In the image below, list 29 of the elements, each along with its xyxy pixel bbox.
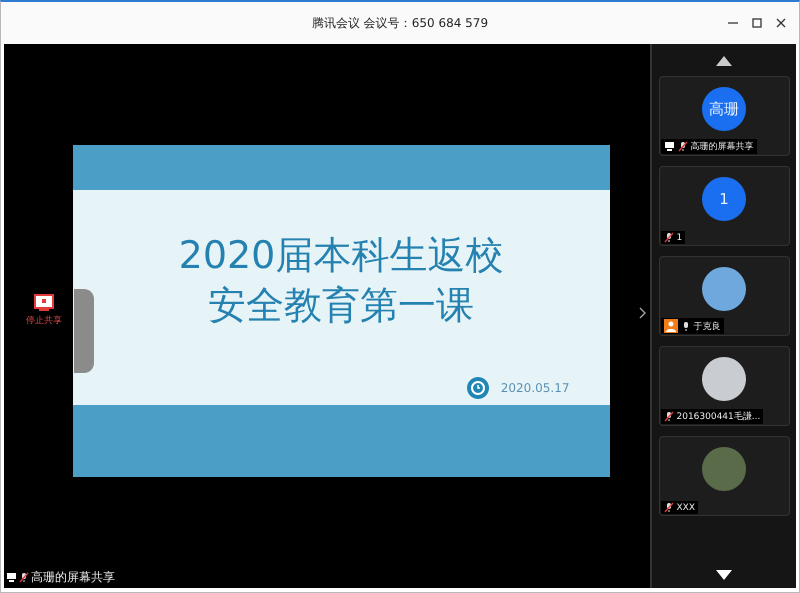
avatar-circle: 高珊 bbox=[702, 87, 746, 131]
slide-date: 2020.05.17 bbox=[500, 381, 570, 395]
stop-share-button[interactable]: 停止共享 bbox=[26, 294, 62, 327]
close-icon[interactable] bbox=[775, 17, 787, 29]
participant-tile[interactable]: 高珊 高珊的屏幕共享 bbox=[658, 76, 790, 156]
participant-name: 高珊的屏幕共享 bbox=[690, 140, 754, 153]
participant-name: 2016300441毛謙... bbox=[676, 410, 760, 423]
scroll-down-icon[interactable] bbox=[716, 570, 732, 580]
maximize-icon[interactable] bbox=[751, 17, 763, 29]
side-handle[interactable] bbox=[74, 289, 94, 373]
participant-tile[interactable]: XXX bbox=[658, 436, 790, 516]
participant-name: 于克良 bbox=[694, 320, 720, 332]
participant-tile[interactable]: 于克良 bbox=[658, 256, 790, 336]
photo-placeholder bbox=[702, 357, 746, 401]
caption-text: 高珊的屏幕共享 bbox=[31, 569, 115, 586]
participant-name: 1 bbox=[676, 232, 682, 242]
clock-icon bbox=[466, 377, 489, 399]
scroll-up-icon[interactable] bbox=[716, 56, 732, 66]
window-title: 腾讯会议 会议号：650 684 579 bbox=[312, 14, 488, 32]
participant-tile[interactable]: 1 1 bbox=[658, 166, 790, 246]
participant-name: XXX bbox=[676, 502, 695, 512]
chevron-right-icon[interactable] bbox=[638, 307, 646, 319]
slide-title: 2020届本科生返校 bbox=[178, 232, 504, 279]
slide-title: 安全教育第一课 bbox=[208, 282, 474, 329]
monitor-icon bbox=[34, 294, 54, 312]
participant-tile[interactable]: 2016300441毛謙... bbox=[658, 346, 790, 426]
avatar-circle: 1 bbox=[702, 177, 746, 221]
photo-placeholder bbox=[702, 267, 746, 311]
photo-placeholder bbox=[702, 447, 746, 491]
